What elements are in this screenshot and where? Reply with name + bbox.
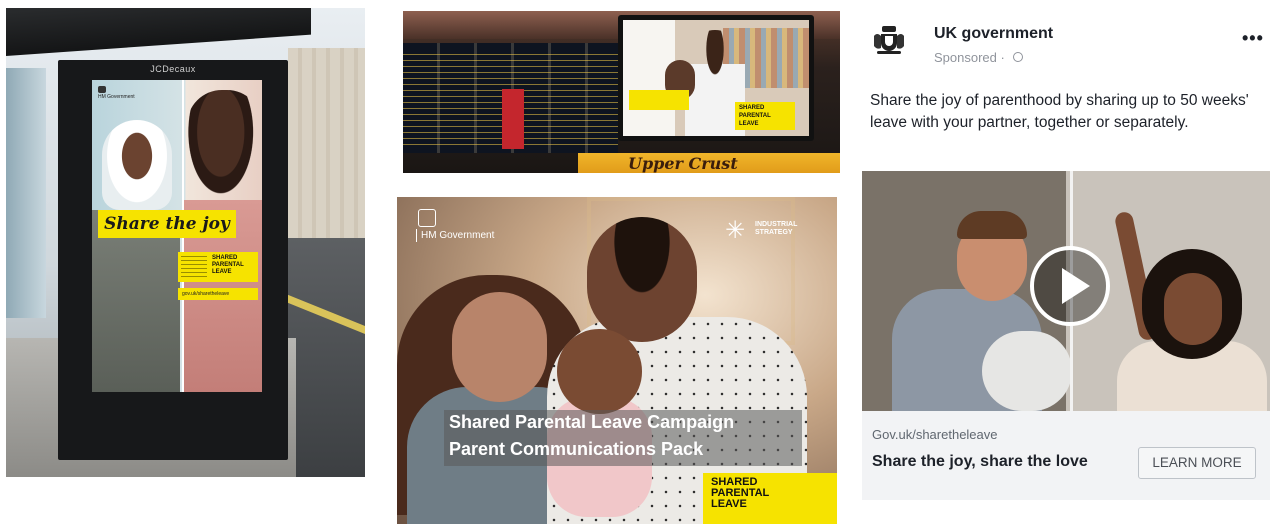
gov-divider [416, 229, 417, 242]
poster-screen: HM Government Share the joy SHARED PAREN… [92, 80, 262, 392]
station-concourse-photo: SHARED PARENTAL LEAVE Upper Crust [403, 11, 840, 173]
industrial-strategy-star-icon: ✳ [725, 217, 746, 244]
poster-gov-label: HM Government [98, 94, 135, 100]
poster-badge-text: SHARED PARENTAL LEAVE [212, 255, 244, 275]
building-right [288, 48, 365, 248]
pack-badge-text: SHARED PARENTAL LEAVE [711, 476, 770, 510]
shelter-roof [6, 8, 311, 56]
pack-title-line-2: Parent Communications Pack [449, 439, 704, 459]
poster-baby [102, 120, 172, 210]
screen-headline-bar [629, 90, 689, 110]
poster-small-print [181, 256, 207, 278]
crest-icon [98, 86, 106, 93]
poster-url: gov.uk/sharetheleave [178, 288, 258, 300]
page-name-link[interactable]: UK government [934, 25, 1053, 43]
mother-face [452, 292, 547, 402]
shop-sign-text: Upper Crust [628, 154, 738, 173]
bus-shelter-photo: JCDecaux HM Government Share the joy SHA… [6, 8, 365, 477]
video-plate [982, 331, 1072, 411]
more-options-icon[interactable]: ••• [1242, 28, 1264, 49]
crest-icon[interactable] [872, 24, 906, 58]
jcdecaux-label: JCDecaux [150, 64, 196, 74]
poster-headline: Share the joy [98, 210, 236, 238]
link-headline[interactable]: Share the joy, share the love [872, 450, 1102, 473]
video-father-hair [957, 211, 1027, 239]
red-board [502, 89, 524, 149]
gov-label: HM Government [421, 230, 495, 241]
baby-face [557, 329, 642, 414]
poster-father-head [187, 90, 262, 210]
video-thumbnail[interactable] [862, 171, 1270, 411]
post-copy: Share the joy of parenthood by sharing u… [870, 92, 1249, 131]
screen-badge: SHARED PARENTAL LEAVE [735, 102, 795, 130]
learn-more-button[interactable]: LEARN MORE [1138, 447, 1256, 479]
play-icon[interactable] [1062, 268, 1090, 304]
screen-badge-text: SHARED PARENTAL LEAVE [739, 105, 771, 127]
link-domain[interactable]: Gov.uk/sharetheleave [872, 427, 998, 442]
facebook-sponsored-post: UK government Sponsored · ••• Share the … [858, 10, 1275, 500]
video-mother-face [1164, 273, 1222, 345]
father-face [587, 217, 697, 342]
sponsored-label: Sponsored · [934, 50, 1005, 65]
digital-screen-advert: SHARED PARENTAL LEAVE [623, 20, 809, 136]
pack-title-line-1: Shared Parental Leave Campaign [449, 412, 735, 432]
campaign-pack-cover: HM Government ✳ INDUSTRIAL STRATEGY Shar… [397, 197, 837, 524]
globe-icon [1013, 52, 1023, 62]
crest-icon [418, 209, 436, 227]
partner-label: INDUSTRIAL STRATEGY [755, 221, 798, 236]
building-left [6, 68, 46, 318]
poster-badge: SHARED PARENTAL LEAVE [178, 252, 258, 282]
